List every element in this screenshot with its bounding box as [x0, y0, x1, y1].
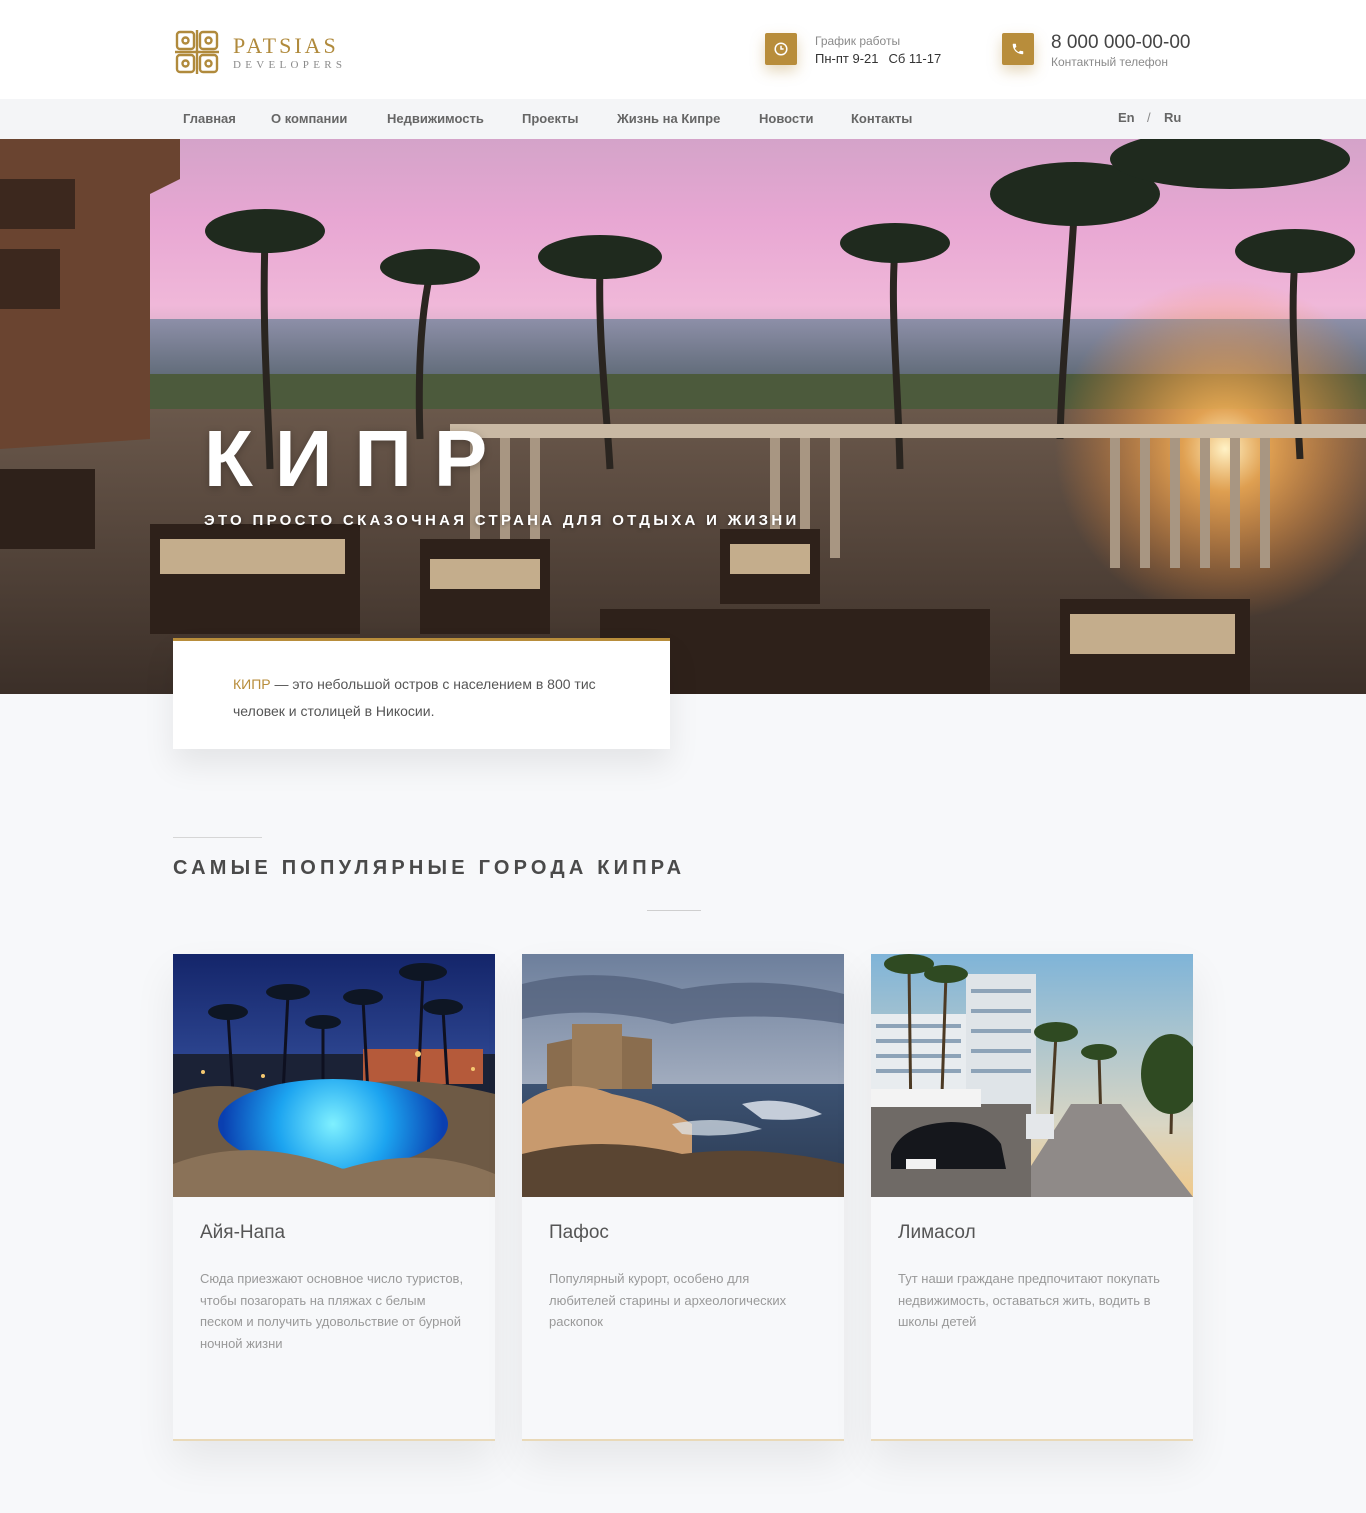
nav-item-about[interactable]: О компании	[271, 111, 347, 127]
schedule-label: График работы	[815, 34, 901, 48]
nav-item-news[interactable]: Новости	[759, 111, 814, 127]
intro-accent: КИПР	[233, 676, 271, 692]
nav-item-real-estate[interactable]: Недвижимость	[387, 111, 484, 127]
section-divider-top	[173, 837, 262, 838]
nav-item-life-in-cyprus[interactable]: Жизнь на Кипре	[617, 111, 720, 127]
phone-label: Контактный телефон	[1051, 55, 1168, 69]
section-title: САМЫЕ ПОПУЛЯРНЫЕ ГОРОДА КИПРА	[173, 857, 686, 879]
section-divider-bottom	[647, 910, 701, 911]
clock-icon	[765, 33, 797, 65]
lang-separator: /	[1147, 110, 1151, 125]
city-name[interactable]: Айя-Напа	[200, 1220, 285, 1246]
lang-en[interactable]: En	[1118, 110, 1135, 126]
intro-body: — это небольшой остров с населением в 80…	[233, 676, 596, 719]
hero-subtitle: ЭТО ПРОСТО СКАЗОЧНАЯ СТРАНА ДЛЯ ОТДЫХА И…	[204, 512, 800, 529]
intro-text: КИПР — это небольшой остров с населением…	[233, 671, 610, 725]
phone-number[interactable]: 8 000 000-00-00	[1051, 31, 1190, 55]
intro-card: КИПР — это небольшой остров с населением…	[173, 638, 670, 749]
nav-item-home[interactable]: Главная	[183, 111, 236, 127]
city-image-paphos	[522, 954, 844, 1197]
schedule-weekdays: Пн-пт 9-21	[815, 51, 879, 66]
hero-title: КИПР	[204, 414, 510, 503]
phone-icon	[1002, 33, 1034, 65]
nav-item-contacts[interactable]: Контакты	[851, 111, 912, 127]
city-description: Тут наши граждане предпочитают покупать …	[898, 1271, 1160, 1329]
city-description: Сюда приезжают основное число туристов, …	[200, 1271, 464, 1351]
city-image-ayia-napa	[173, 954, 495, 1197]
schedule-saturday: Сб 11-17	[888, 51, 942, 66]
logo-name: PATSIAS	[233, 32, 339, 58]
logo-subtitle: DEVELOPERS	[233, 58, 347, 71]
lang-ru[interactable]: Ru	[1164, 110, 1181, 126]
logo-emblem-icon	[173, 28, 221, 76]
city-name[interactable]: Пафос	[549, 1220, 609, 1246]
hero-banner: КИПР ЭТО ПРОСТО СКАЗОЧНАЯ СТРАНА ДЛЯ ОТД…	[0, 139, 1366, 694]
city-card-ayia-napa[interactable]: Айя-Напа Сюда приезжают основное число т…	[173, 954, 495, 1441]
work-schedule: График работы Пн-пт 9-21 Сб 11-17	[815, 33, 941, 68]
site-header: PATSIAS DEVELOPERS График работы Пн-пт 9…	[0, 0, 1366, 99]
city-card-paphos[interactable]: Пафос Популярный курорт, особено для люб…	[522, 954, 844, 1441]
contact-phone[interactable]: 8 000 000-00-00 Контактный телефон	[1051, 31, 1190, 69]
city-name[interactable]: Лимасол	[898, 1220, 976, 1246]
city-image-limassol	[871, 954, 1193, 1197]
logo[interactable]: PATSIAS DEVELOPERS	[173, 28, 346, 76]
nav-item-projects[interactable]: Проекты	[522, 111, 578, 127]
city-description: Популярный курорт, особено для любителей…	[549, 1271, 787, 1329]
city-card-limassol[interactable]: Лимасол Тут наши граждане предпочитают п…	[871, 954, 1193, 1441]
main-navigation: Главная О компании Недвижимость Проекты …	[0, 99, 1366, 139]
